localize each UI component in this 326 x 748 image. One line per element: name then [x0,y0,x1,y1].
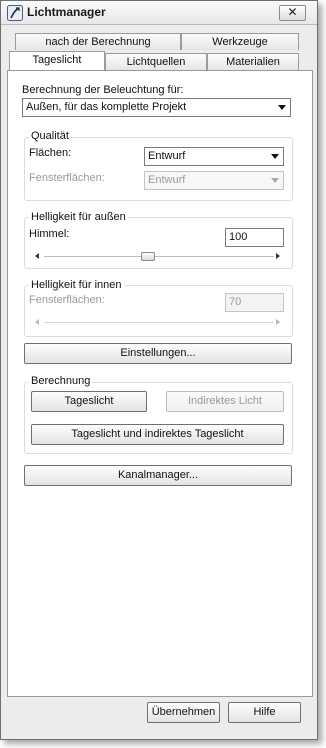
brightness-outside-title: Helligkeit für außen [29,211,128,223]
tab-label: nach der Berechnung [45,36,151,48]
help-button[interactable]: Hilfe [228,702,301,723]
slider-right-arrow-icon[interactable] [276,253,280,259]
faces-label: Flächen: [29,147,72,159]
slider-left-arrow-icon[interactable] [35,319,39,325]
chevron-down-icon [278,105,286,110]
slider-right-arrow-icon[interactable] [276,319,280,325]
inside-window-brightness-value: 70 [229,296,242,308]
channel-manager-label: Kanalmanager... [117,469,199,481]
tab-tageslicht[interactable]: Tageslicht [9,51,105,70]
quality-group-title: Qualität [29,130,71,142]
sky-brightness-value: 100 [229,231,248,243]
calculation-group-title: Berechnung [29,375,93,387]
brightness-inside-title: Helligkeit für innen [29,279,124,291]
calc-for-value: Außen, für das komplette Projekt [26,101,187,113]
help-button-label: Hilfe [253,706,276,718]
light-manager-window: Lichtmanager ✕ nach der Berechnung Werkz… [0,0,318,740]
daylight-panel: Berechnung der Beleuchtung für: Außen, f… [7,70,313,697]
settings-button[interactable]: Einstellungen... [24,343,292,364]
tab-label: Materialien [226,56,280,68]
window-faces-quality-value: Entwurf [148,174,186,186]
tab-label: Lichtquellen [126,56,186,68]
inside-window-faces-label: Fensterflächen: [29,294,105,306]
tab-werkzeuge[interactable]: Werkzeuge [181,33,299,50]
tab-label: Werkzeuge [212,36,268,48]
daylight-calc-button[interactable]: Tageslicht [31,391,147,412]
chevron-down-icon [271,178,279,183]
inside-window-brightness-input[interactable]: 70 [225,293,284,312]
tab-lichtquellen[interactable]: Lichtquellen [105,53,207,70]
tab-materialien[interactable]: Materialien [207,53,299,70]
chevron-down-icon [271,154,279,159]
tab-strip: nach der Berechnung Werkzeuge Tageslicht… [7,31,313,71]
close-button[interactable]: ✕ [279,5,306,21]
window-faces-label: Fensterflächen: [29,172,105,184]
indirect-light-label: Indirektes Licht [188,395,262,407]
channel-manager-button[interactable]: Kanalmanager... [24,465,292,486]
sky-label: Himmel: [29,228,70,240]
apply-button-label: Übernehmen [151,706,216,718]
slider-thumb[interactable] [141,252,156,261]
calc-for-label: Berechnung der Beleuchtung für: [22,84,184,96]
daylight-and-indirect-label: Tageslicht und indirektes Tageslicht [71,428,244,440]
tab-nach-der-berechnung[interactable]: nach der Berechnung [15,33,181,50]
window-title: Lichtmanager [27,5,106,19]
close-icon: ✕ [287,5,298,19]
settings-button-label: Einstellungen... [120,347,196,359]
daylight-calc-label: Tageslicht [64,395,114,407]
sky-brightness-input[interactable]: 100 [225,228,284,247]
faces-quality-value: Entwurf [148,150,186,162]
lightmanager-app-icon [7,5,23,21]
slider-left-arrow-icon[interactable] [35,253,39,259]
window-faces-quality-dropdown[interactable]: Entwurf [144,171,284,190]
daylight-and-indirect-button[interactable]: Tageslicht und indirektes Tageslicht [31,424,284,445]
title-bar[interactable]: Lichtmanager ✕ [1,1,317,25]
indirect-light-button[interactable]: Indirektes Licht [166,391,284,412]
slider-track [44,322,274,323]
slider-track [44,256,274,257]
tab-label: Tageslicht [32,54,82,66]
calc-for-dropdown[interactable]: Außen, für das komplette Projekt [22,98,291,117]
faces-quality-dropdown[interactable]: Entwurf [144,147,284,166]
apply-button[interactable]: Übernehmen [147,702,220,723]
